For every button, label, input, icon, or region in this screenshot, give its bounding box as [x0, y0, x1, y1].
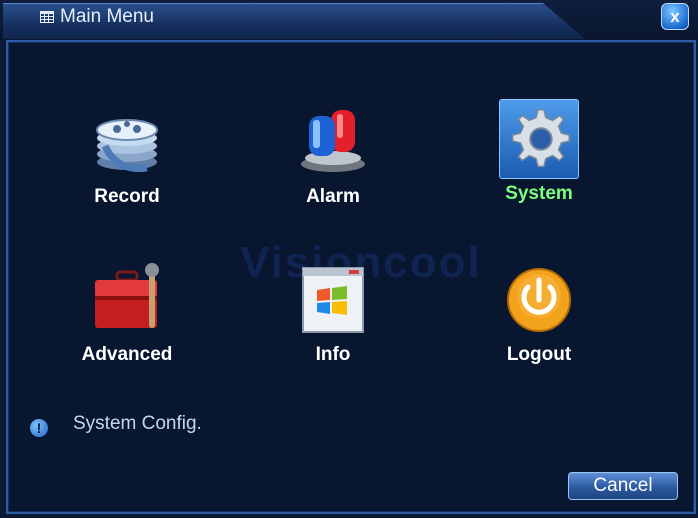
- menu-item-label: Record: [94, 186, 160, 207]
- menu-item-label: Advanced: [81, 344, 173, 365]
- menu-item-alarm[interactable]: Alarm: [253, 102, 413, 208]
- window-title: Main Menu: [60, 6, 154, 27]
- menu-item-info[interactable]: Info: [253, 260, 413, 366]
- menu-item-record[interactable]: Record: [47, 102, 207, 208]
- menu-item-logout[interactable]: Logout: [459, 260, 619, 366]
- close-button[interactable]: x: [661, 3, 689, 30]
- power-icon: [507, 268, 571, 332]
- windows-info-icon: [302, 267, 364, 333]
- menu-item-label: Info: [315, 344, 351, 365]
- toolbox-icon: [95, 263, 159, 328]
- menu-grid-icon: [40, 11, 54, 23]
- siren-icon: [301, 110, 365, 172]
- gear-icon: [511, 109, 570, 168]
- main-menu-window: Main Menu x Visioncool Record Alarm Syst…: [0, 0, 698, 518]
- close-icon: x: [670, 7, 680, 26]
- menu-item-label: Alarm: [306, 186, 360, 207]
- menu-item-label: Logout: [506, 344, 572, 365]
- cancel-button[interactable]: Cancel: [568, 472, 678, 500]
- menu-item-system[interactable]: System: [459, 99, 619, 205]
- title-bar: Main Menu x: [0, 0, 698, 40]
- info-icon: !: [30, 419, 48, 437]
- status-text: System Config.: [73, 413, 202, 434]
- menu-item-label: System: [505, 183, 573, 204]
- film-reel-icon: [96, 119, 158, 173]
- menu-item-advanced[interactable]: Advanced: [47, 260, 207, 366]
